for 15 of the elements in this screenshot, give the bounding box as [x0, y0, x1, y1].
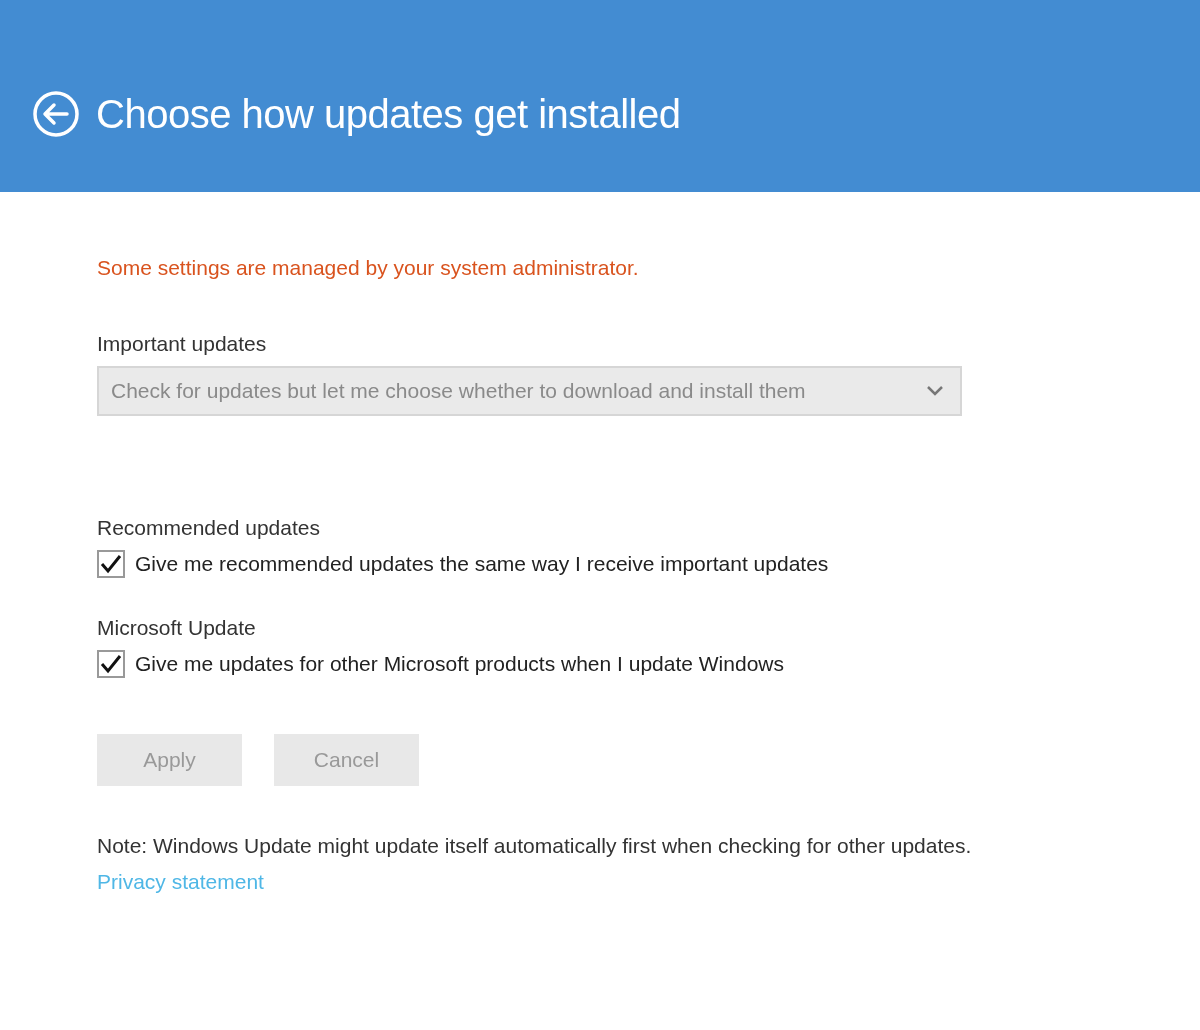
- section-label: Important updates: [97, 332, 268, 356]
- checkmark-icon: [100, 654, 122, 674]
- checkmark-icon: [100, 554, 122, 574]
- checkbox[interactable]: [97, 650, 125, 678]
- privacy-link[interactable]: Privacy statement: [97, 870, 264, 894]
- back-button[interactable]: [32, 90, 80, 138]
- note-text: Note: Windows Update might update itself automatically first when checking for other updates.: [97, 834, 973, 858]
- checkbox-label: Give me updates for other Microsoft products when I update Windows: [135, 652, 784, 676]
- section-label: Recommended updates: [97, 516, 321, 540]
- checkbox-label: Give me recommended updates the same way I receive important updates: [135, 552, 829, 576]
- chevron-down-icon: [926, 385, 944, 397]
- checkbox[interactable]: [97, 550, 125, 578]
- page-title: Choose how updates get installed: [96, 91, 681, 137]
- section-label: Microsoft Update: [97, 616, 257, 640]
- admin-warning: Some settings are managed by your system administrator.: [97, 256, 640, 280]
